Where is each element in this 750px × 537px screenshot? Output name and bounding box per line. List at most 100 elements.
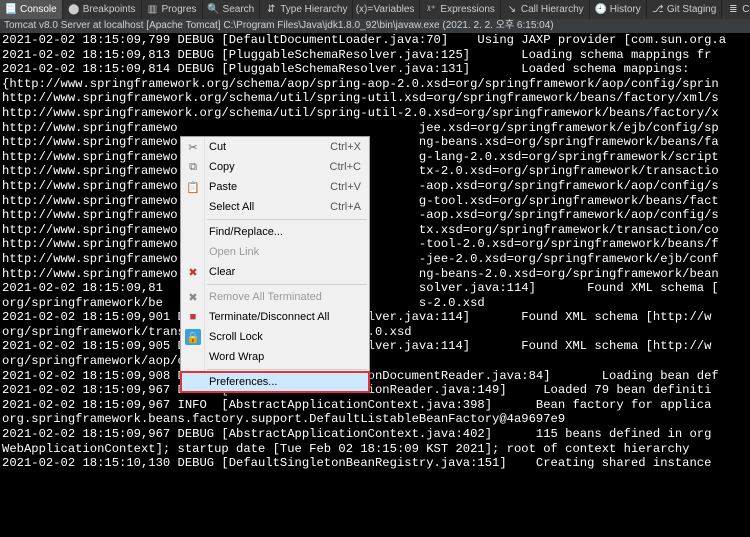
menu-item-shortcut: Ctrl+C bbox=[330, 161, 361, 173]
console-line: 2021-02-02 18:15:09,814 DEBUG [Pluggable… bbox=[2, 62, 748, 77]
console-line: org.springframework.beans.factory.suppor… bbox=[2, 412, 748, 427]
view-tab-bar: 📃Console⬤Breakpoints▥Progres🔍Search⇵Type… bbox=[0, 0, 750, 19]
progres-icon: ▥ bbox=[147, 4, 159, 16]
console-line: http://www.springframework.org/schema/ut… bbox=[2, 106, 748, 121]
history-icon: 🕘 bbox=[595, 4, 607, 16]
menu-item-label: Word Wrap bbox=[209, 351, 264, 363]
tab-progres[interactable]: ▥Progres bbox=[142, 0, 203, 19]
tab-variables[interactable]: (x)=Variables bbox=[353, 0, 420, 19]
menu-item-shortcut: Ctrl+A bbox=[330, 201, 361, 213]
console-line: http://www.springframewo -tool-2.0.xsd=o… bbox=[2, 237, 748, 252]
search-icon: 🔍 bbox=[208, 4, 220, 16]
menu-item-label: Paste bbox=[209, 181, 237, 193]
tab-breakpoints[interactable]: ⬤Breakpoints bbox=[63, 0, 142, 19]
menu-item-label: Select All bbox=[209, 201, 254, 213]
cut-icon: ✂ bbox=[185, 139, 201, 155]
tab-label: Type Hierarchy bbox=[280, 4, 347, 15]
console-icon: 📃 bbox=[5, 4, 17, 16]
paste-icon: 📋 bbox=[185, 179, 201, 195]
menu-find-replace[interactable]: Find/Replace... bbox=[181, 222, 369, 242]
menu-open-link: Open Link bbox=[181, 242, 369, 262]
menu-item-label: Open Link bbox=[209, 246, 259, 258]
menu-item-shortcut: Ctrl+V bbox=[330, 181, 361, 193]
tab-label: Progres bbox=[162, 4, 197, 15]
console-line: http://www.springframewo ng-beans.xsd=or… bbox=[2, 135, 748, 150]
tab-expressions[interactable]: ᵡ⁺Expressions bbox=[420, 0, 500, 19]
tab-label: Variables bbox=[373, 4, 414, 15]
type-hierarchy-icon: ⇵ bbox=[265, 4, 277, 16]
remove-all-terminated-icon: ✖ bbox=[185, 289, 201, 305]
console-output[interactable]: 2021-02-02 18:15:09,799 DEBUG [DefaultDo… bbox=[0, 33, 750, 537]
menu-scroll-lock[interactable]: 🔒 Scroll Lock bbox=[181, 327, 369, 347]
menu-terminate-disconnect-all[interactable]: ■Terminate/Disconnect All bbox=[181, 307, 369, 327]
tab-search[interactable]: 🔍Search bbox=[203, 0, 261, 19]
console-line: http://www.springframewo -aop.xsd=org/sp… bbox=[2, 179, 748, 194]
console-line: 2021-02-02 18:15:09,813 DEBUG [Pluggable… bbox=[2, 48, 748, 63]
console-line: http://www.springframewo g-lang-2.0.xsd=… bbox=[2, 150, 748, 165]
menu-paste[interactable]: 📋 Paste Ctrl+V bbox=[181, 177, 369, 197]
menu-item-shortcut: Ctrl+X bbox=[330, 141, 361, 153]
variables-icon: (x)= bbox=[358, 4, 370, 16]
compare-sampas-icon: ≣ bbox=[727, 4, 739, 16]
menu-item-label: Scroll Lock bbox=[209, 331, 263, 343]
breakpoints-icon: ⬤ bbox=[68, 4, 80, 16]
console-line: http://www.springframewo -aop.xsd=org/sp… bbox=[2, 208, 748, 223]
console-line: 2021-02-02 18:15:09,967 INFO [AbstractAp… bbox=[2, 398, 748, 413]
menu-item-label: Find/Replace... bbox=[209, 226, 283, 238]
tab-console[interactable]: 📃Console bbox=[0, 0, 63, 19]
menu-clear[interactable]: ✖ Clear bbox=[181, 262, 369, 282]
tab-label: Expressions bbox=[440, 4, 494, 15]
menu-item-label: Copy bbox=[209, 161, 235, 173]
clear-icon: ✖ bbox=[185, 264, 201, 280]
menu-separator bbox=[207, 219, 367, 220]
console-line: {http://www.springframework.org/schema/a… bbox=[2, 77, 748, 92]
console-line: org/springframework/be s-2.0.xsd bbox=[2, 296, 748, 311]
menu-item-label: Remove All Terminated bbox=[209, 291, 322, 303]
console-line: http://www.springframewo tx.xsd=org/spri… bbox=[2, 223, 748, 238]
console-context-menu: ✂ Cut Ctrl+X ⧉ Copy Ctrl+C 📋 Paste Ctrl+V Select … bbox=[180, 136, 370, 393]
tab-label: Search bbox=[223, 4, 255, 15]
console-line: http://www.springframework.org/schema/ut… bbox=[2, 91, 748, 106]
console-line: WebApplicationContext]; startup date [Tu… bbox=[2, 442, 748, 457]
console-line: 2021-02-02 18:15:09,908 DEBUG [DefaultBe… bbox=[2, 369, 748, 384]
tab-label: Call Hierarchy bbox=[521, 4, 584, 15]
console-line: http://www.springframewo g-tool.xsd=org/… bbox=[2, 194, 748, 209]
menu-separator bbox=[207, 284, 367, 285]
console-line: http://www.springframewo tx-2.0.xsd=org/… bbox=[2, 164, 748, 179]
tab-label: History bbox=[610, 4, 641, 15]
git-staging-icon: ⎇ bbox=[652, 4, 664, 16]
terminate-disconnect-all-icon: ■ bbox=[185, 309, 201, 325]
tab-type-hierarchy[interactable]: ⇵Type Hierarchy bbox=[260, 0, 353, 19]
menu-item-label: Cut bbox=[209, 141, 226, 153]
console-line: http://www.springframewo jee.xsd=org/spr… bbox=[2, 121, 748, 136]
console-line: 2021-02-02 18:15:10,130 DEBUG [DefaultSi… bbox=[2, 456, 748, 471]
tab-compare-sampas[interactable]: ≣Compare SAMPas bbox=[722, 0, 750, 19]
console-line: http://www.springframewo -jee-2.0.xsd=or… bbox=[2, 252, 748, 267]
tab-call-hierarchy[interactable]: ↘Call Hierarchy bbox=[501, 0, 590, 19]
menu-separator bbox=[207, 369, 367, 370]
menu-cut[interactable]: ✂ Cut Ctrl+X bbox=[181, 137, 369, 157]
expressions-icon: ᵡ⁺ bbox=[425, 4, 437, 16]
console-line: 2021-02-02 18:15:09,967 DEBUG [AbstractA… bbox=[2, 427, 748, 442]
tab-label: Breakpoints bbox=[83, 4, 136, 15]
console-line: 2021-02-02 18:15:09,901 DEBUG [Pluggable… bbox=[2, 310, 748, 325]
menu-copy[interactable]: ⧉ Copy Ctrl+C bbox=[181, 157, 369, 177]
menu-preferences[interactable]: Preferences... bbox=[180, 371, 370, 393]
scroll-lock-icon: 🔒 bbox=[185, 329, 201, 345]
console-line: 2021-02-02 18:15:09,81 solver.java:114] … bbox=[2, 281, 748, 296]
copy-icon: ⧉ bbox=[185, 159, 201, 175]
console-line: 2021-02-02 18:15:09,905 DEBUG [Pluggable… bbox=[2, 339, 748, 354]
call-hierarchy-icon: ↘ bbox=[506, 4, 518, 16]
tab-history[interactable]: 🕘History bbox=[590, 0, 647, 19]
menu-word-wrap[interactable]: Word Wrap bbox=[181, 347, 369, 367]
menu-item-label: Clear bbox=[209, 266, 235, 278]
console-process-label: Tomcat v8.0 Server at localhost [Apache … bbox=[0, 19, 750, 33]
console-line: org/springframework/aop/config/spring-ao… bbox=[2, 354, 748, 369]
console-line: http://www.springframewo ng-beans-2.0.xs… bbox=[2, 267, 748, 282]
console-line: 2021-02-02 18:15:09,967 DEBUG [AbstractB… bbox=[2, 383, 748, 398]
tab-git-staging[interactable]: ⎇Git Staging bbox=[647, 0, 722, 19]
tab-label: Compare SAMPas bbox=[742, 4, 750, 15]
console-line: 2021-02-02 18:15:09,799 DEBUG [DefaultDo… bbox=[2, 33, 748, 48]
menu-select-all[interactable]: Select All Ctrl+A bbox=[181, 197, 369, 217]
menu-item-label: Preferences... bbox=[209, 376, 277, 388]
